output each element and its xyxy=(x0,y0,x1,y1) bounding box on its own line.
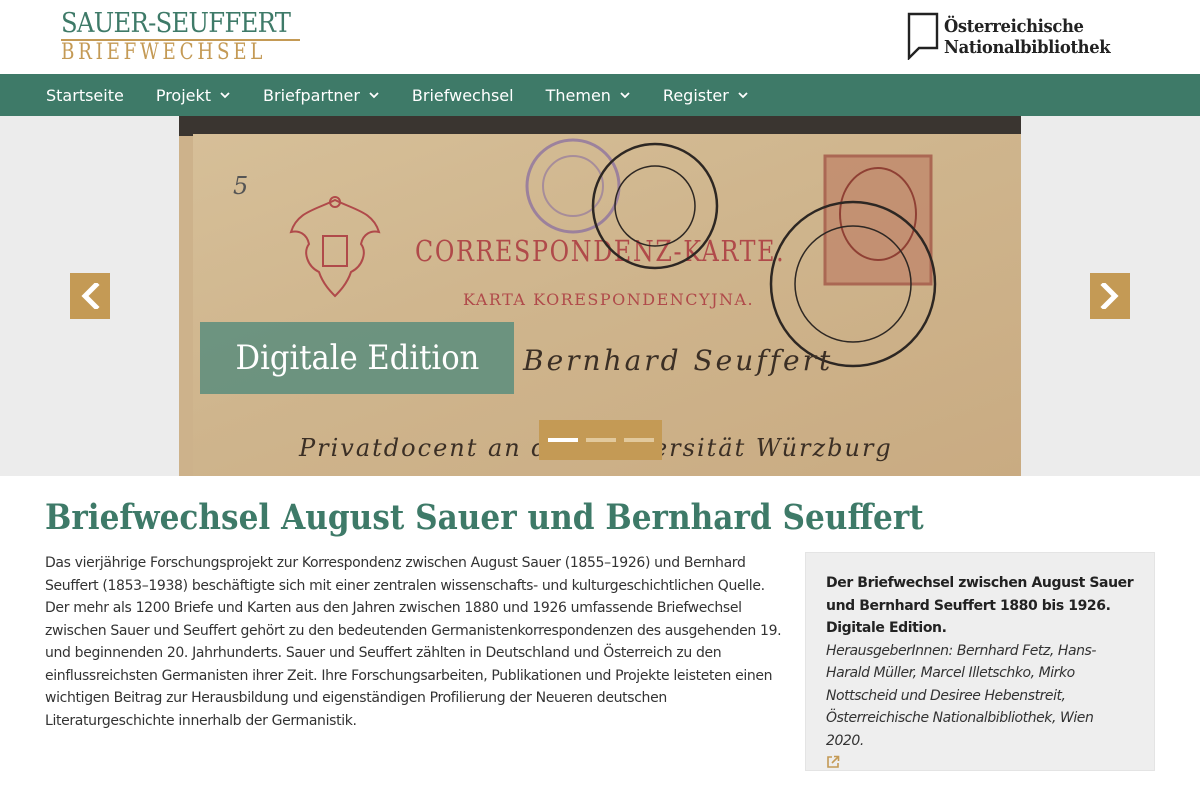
nav-item-startseite[interactable]: Startseite xyxy=(46,86,124,105)
carousel-indicator-3[interactable] xyxy=(623,438,654,442)
infobox-editors: HerausgeberInnen: Bernhard Fetz, Hans-Ha… xyxy=(826,642,1096,749)
partner-logo[interactable]: Österreichische Nationalbibliothek xyxy=(907,12,1147,62)
nav-list: Startseite Projekt Briefpartner Briefwechse… xyxy=(46,74,781,116)
chevron-left-icon xyxy=(81,283,100,309)
carousel-caption-text: Digitale Edition xyxy=(235,338,479,378)
partner-line1: Österreichische xyxy=(944,16,1084,37)
carousel-next-button[interactable] xyxy=(1090,273,1130,319)
intro-text: Das vierjährige Forschungsprojekt zur Ko… xyxy=(45,555,782,729)
logo-line2: BRIEFWECHSEL xyxy=(61,40,267,65)
infobox-title: Der Briefwechsel zwischen August Sauer u… xyxy=(826,575,1134,636)
nav-item-label: Projekt xyxy=(155,85,212,105)
nav-item-projekt[interactable]: Projekt xyxy=(156,86,231,105)
external-link-icon[interactable] xyxy=(826,754,840,773)
postcard-number: 5 xyxy=(233,172,249,200)
edition-infobox: Der Briefwechsel zwischen August Sauer u… xyxy=(805,552,1155,771)
site-header: SAUER-SEUFFERT BRIEFWECHSEL Österreichis… xyxy=(0,0,1200,74)
carousel-indicator-1[interactable] xyxy=(547,438,578,442)
book-icon xyxy=(907,12,939,60)
nav-item-label: Briefwechsel xyxy=(411,85,514,105)
nav-item-briefwechsel[interactable]: Briefwechsel xyxy=(412,86,514,105)
chevron-down-icon xyxy=(220,92,230,99)
nav-item-briefpartner[interactable]: Briefpartner xyxy=(263,86,380,105)
nav-item-themen[interactable]: Themen xyxy=(546,86,631,105)
partner-line2: Nationalbibliothek xyxy=(944,37,1111,58)
nav-item-register[interactable]: Register xyxy=(663,86,749,105)
chevron-down-icon xyxy=(738,92,748,99)
nav-item-label: Register xyxy=(662,85,729,105)
carousel-prev-button[interactable] xyxy=(70,273,110,319)
carousel-indicators xyxy=(539,420,662,460)
image-frame xyxy=(179,116,1021,136)
carousel-caption[interactable]: Digitale Edition xyxy=(200,322,514,394)
nav-item-label: Themen xyxy=(545,85,611,105)
chevron-down-icon xyxy=(369,92,379,99)
nav-item-label: Startseite xyxy=(46,85,124,105)
logo-line1: SAUER-SEUFFERT xyxy=(61,8,291,39)
chevron-right-icon xyxy=(1100,283,1119,309)
main-nav: Startseite Projekt Briefpartner Briefwechse… xyxy=(0,74,1200,116)
coat-of-arms xyxy=(289,196,381,298)
nav-item-label: Briefpartner xyxy=(263,85,360,105)
hero-carousel: 5 CORRESPONDENZ-KARTE. KARTA KORESPONDEN… xyxy=(0,116,1200,476)
partner-name: Österreichische Nationalbibliothek xyxy=(944,16,1111,58)
postcard-handwriting-recipient: Bernhard Seuffert xyxy=(523,344,834,377)
page-title: Briefwechsel August Sauer und Bernhard S… xyxy=(45,497,924,538)
carousel-indicator-2[interactable] xyxy=(585,438,616,442)
chevron-down-icon xyxy=(620,92,630,99)
site-logo[interactable]: SAUER-SEUFFERT BRIEFWECHSEL xyxy=(61,10,301,65)
